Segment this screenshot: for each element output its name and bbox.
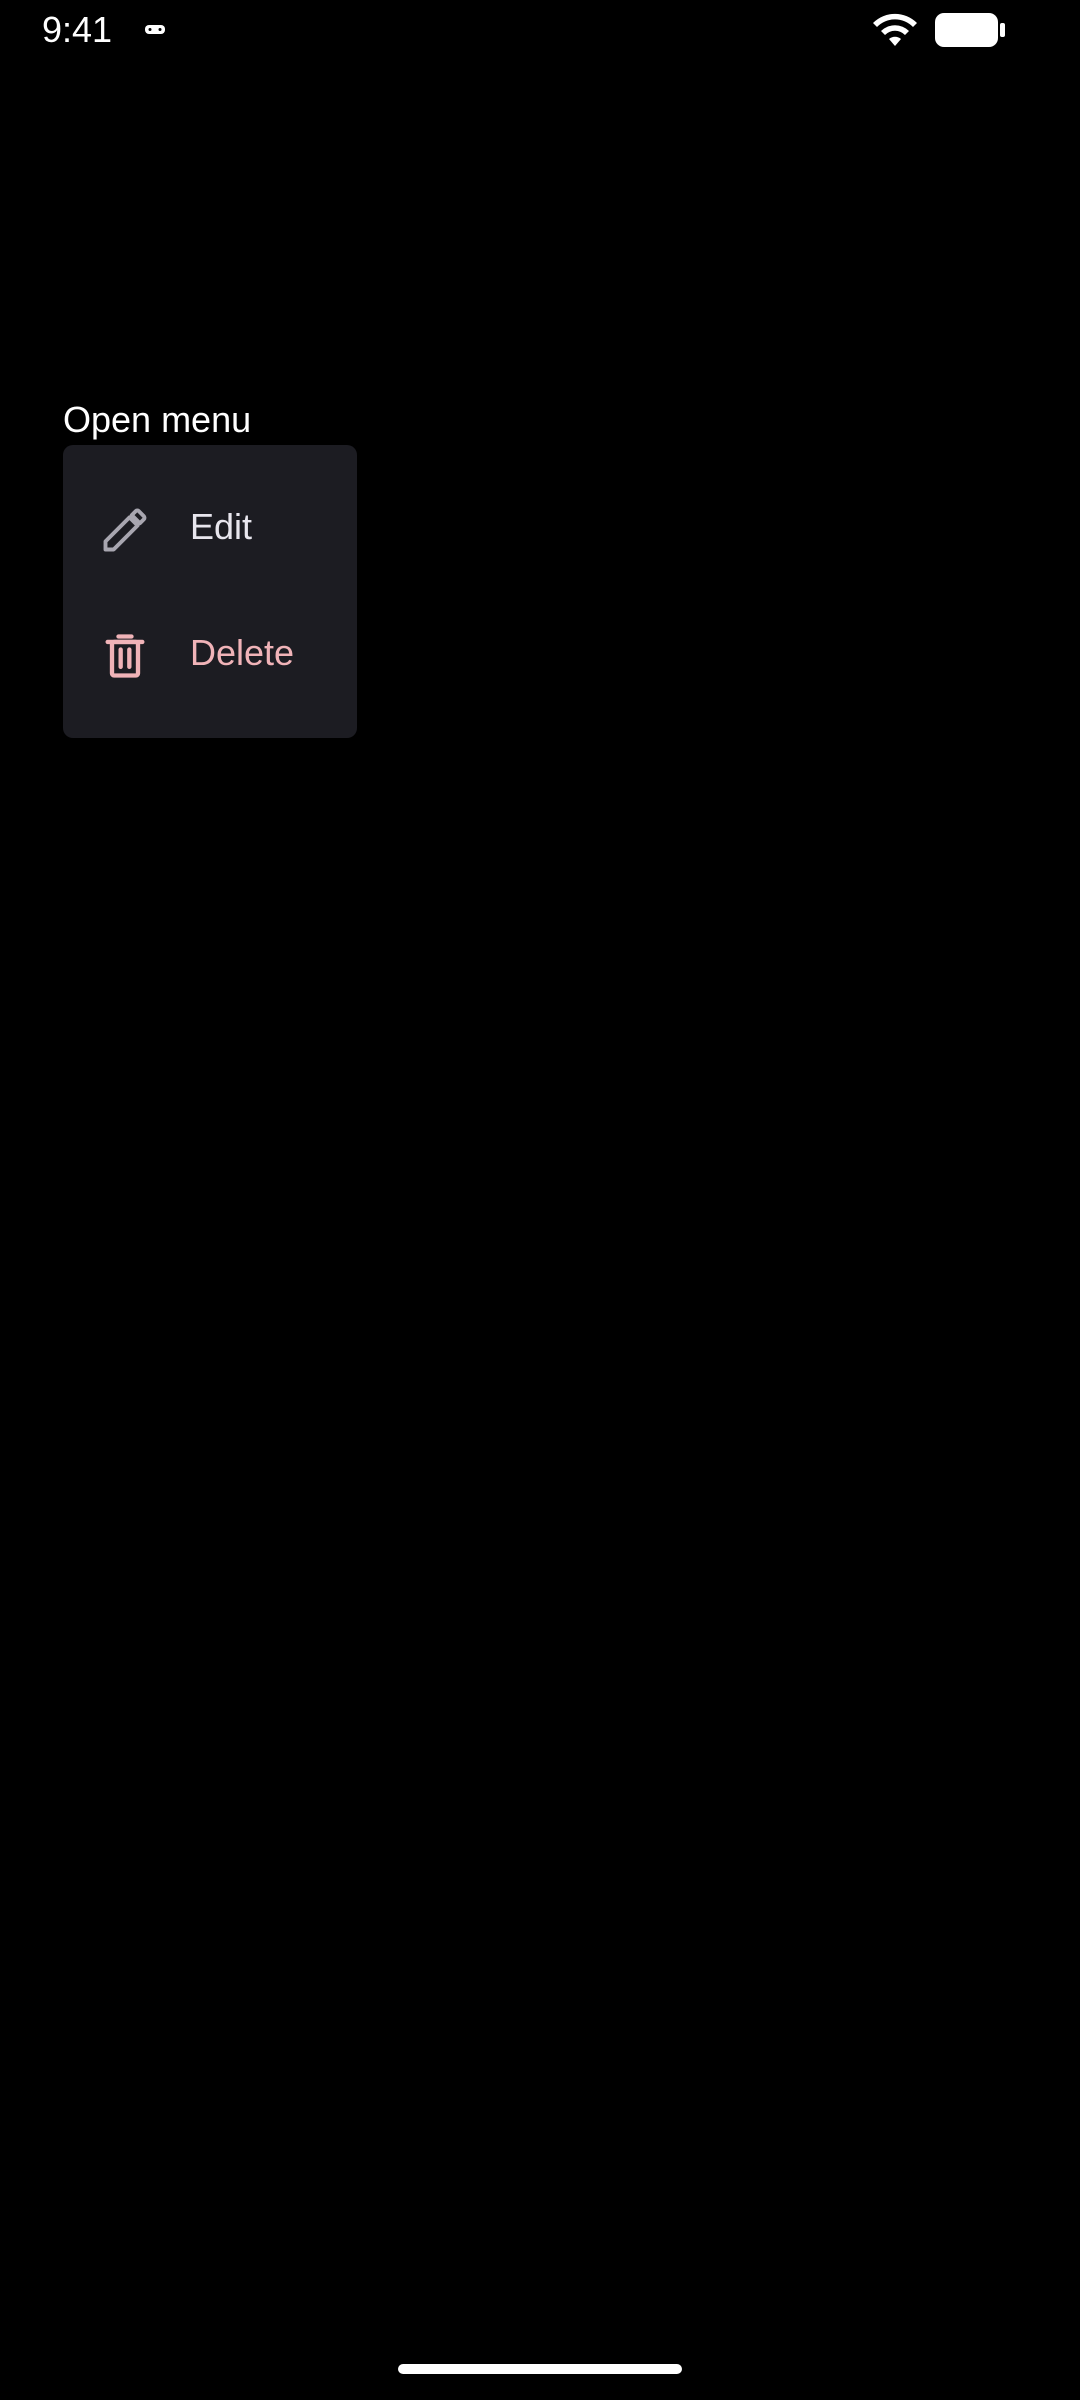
gesture-handle[interactable] [398,2364,682,2374]
game-controller-icon [145,25,165,34]
menu-item-delete[interactable]: Delete [63,591,357,717]
status-time: 9:41 [42,9,113,50]
battery-icon [935,13,1005,47]
dropdown-menu: Edit Delete [63,445,357,738]
trash-icon [105,634,145,678]
menu-item-label: Delete [190,632,295,673]
wifi-icon [873,13,917,46]
status-bar: 9:41 [0,0,1080,60]
menu-item-label: Edit [190,506,253,547]
menu-item-edit[interactable]: Edit [63,465,357,591]
open-menu-button[interactable]: Open menu [63,398,251,442]
pencil-icon [103,508,147,552]
